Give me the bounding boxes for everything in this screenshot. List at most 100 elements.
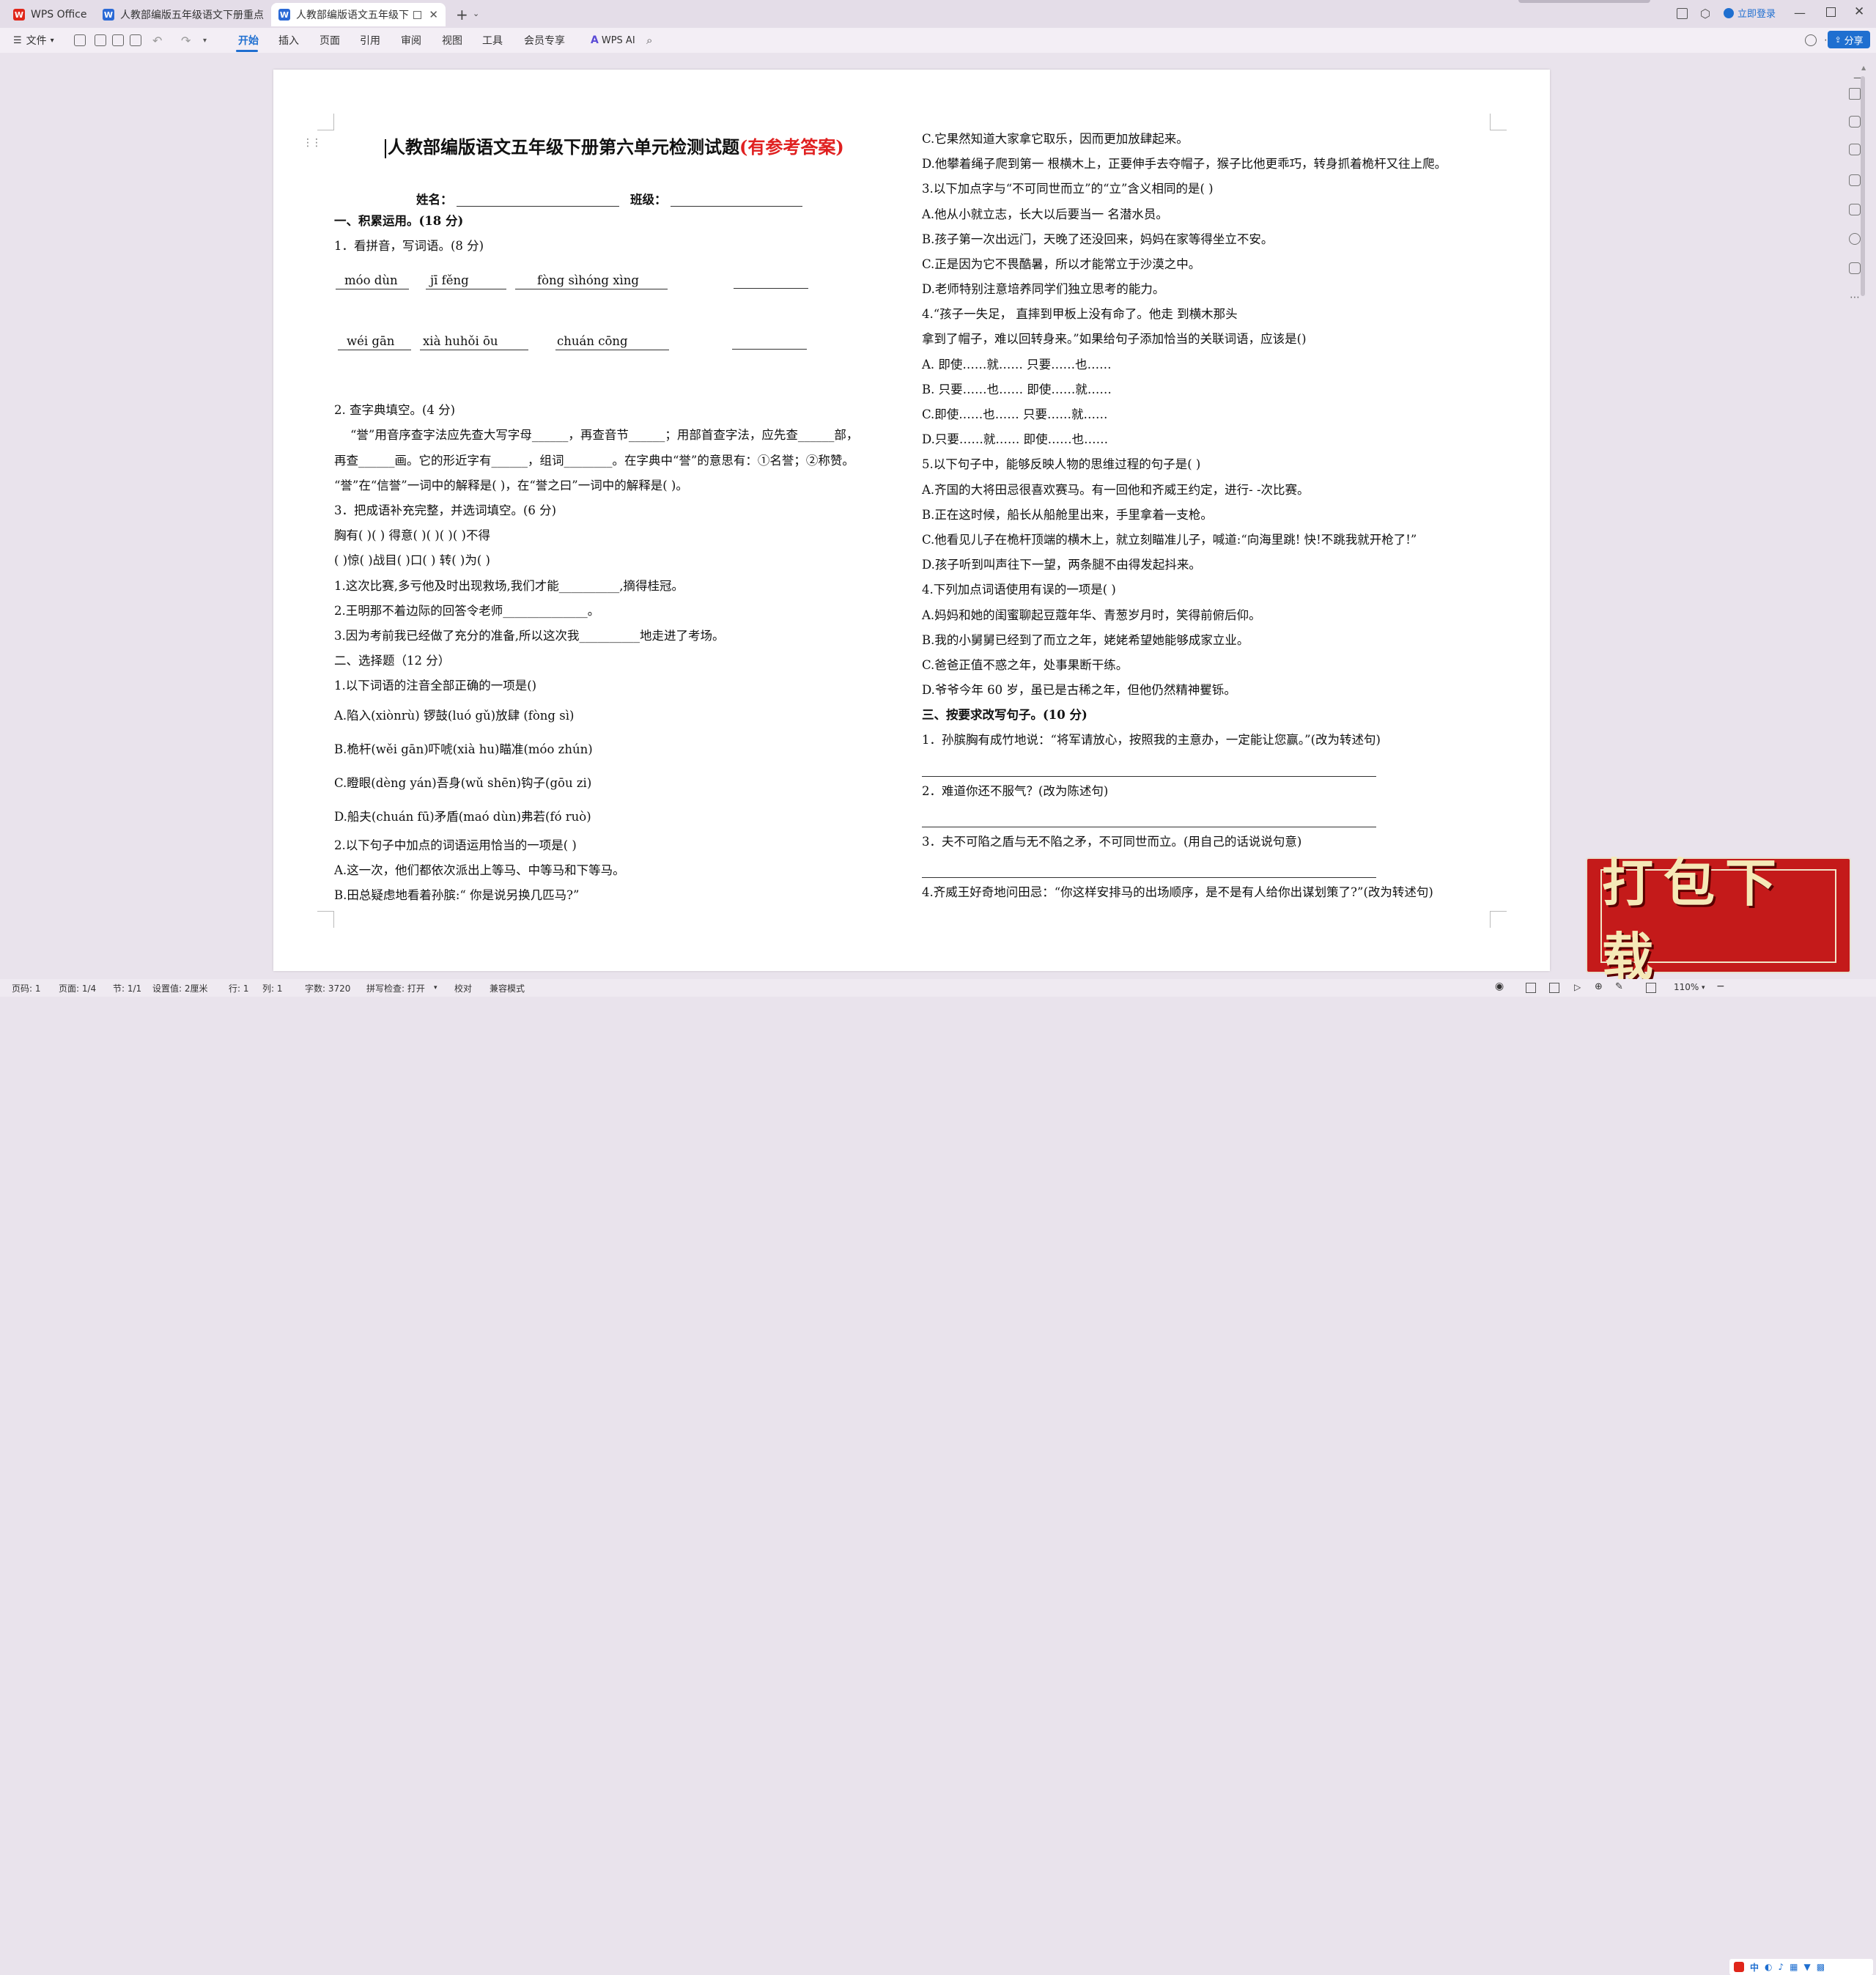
share-doc-icon[interactable] xyxy=(1849,262,1861,274)
question-text: 3.以下加点字与“不可同世而立”的“立”含义相同的是( ) xyxy=(922,182,1214,196)
answer-blank[interactable] xyxy=(732,349,807,350)
layout-icon[interactable] xyxy=(1677,8,1688,19)
redo-icon[interactable]: ↷ xyxy=(181,28,191,53)
question-text: 2. 查字典填空。(4 分) xyxy=(334,403,456,417)
word-doc-icon: W xyxy=(278,9,290,21)
close-tab-icon[interactable]: ✕ xyxy=(429,8,438,21)
chevron-down-icon[interactable]: ▾ xyxy=(1702,984,1705,992)
ime-keyboard-icon[interactable]: ▦ xyxy=(1790,1962,1798,1972)
print-icon[interactable] xyxy=(112,34,124,46)
option-text: A.陷入(xiònrù) 锣鼓(luó gǔ)放肆 (fòng sì) xyxy=(334,709,575,723)
export-pdf-icon[interactable] xyxy=(95,34,106,46)
tab-document-2[interactable]: W 人教部编版语文五年级下册第 ✕ xyxy=(271,3,446,26)
cube-icon[interactable]: ⬡ xyxy=(1700,7,1710,21)
ime-moon-icon[interactable]: ◐ xyxy=(1765,1962,1772,1972)
login-button[interactable]: 立即登录 xyxy=(1724,6,1776,20)
answer-blank[interactable] xyxy=(734,288,808,289)
ime-chinese-icon[interactable]: 中 xyxy=(1750,1961,1759,1974)
cloud-sync-icon[interactable] xyxy=(1805,34,1817,46)
option-text: D.爷爷今年 60 岁，虽已是古稀之年，但他仍然精神矍铄。 xyxy=(922,683,1236,697)
status-section[interactable]: 节: 1/1 xyxy=(113,982,141,994)
tab-insert[interactable]: 插入 xyxy=(278,28,299,53)
status-word-count[interactable]: 字数: 3720 xyxy=(305,982,350,994)
status-proofread[interactable]: 校对 xyxy=(454,982,472,994)
print-preview-icon[interactable] xyxy=(130,34,141,46)
question-text: 1．孙膑胸有成竹地说：“将军请放心，按照我的主意办，一定能让您赢。”(改为转述句… xyxy=(922,733,1381,747)
window-drag-handle[interactable] xyxy=(1518,0,1650,3)
ime-mic-icon[interactable]: ♪ xyxy=(1779,1962,1784,1972)
undo-icon[interactable]: ↶ xyxy=(152,28,162,53)
document-page[interactable]: ⋮⋮ 人教部编版语文五年级下册第六单元检测试题(有参考答案) 姓名： 班级： 一… xyxy=(273,70,1550,971)
scroll-up-arrow[interactable]: ▲ xyxy=(1861,64,1866,76)
ime-grid-icon[interactable]: ▩ xyxy=(1817,1962,1825,1972)
status-col[interactable]: 列: 1 xyxy=(262,982,283,994)
web-view-icon[interactable] xyxy=(1549,983,1559,993)
tab-member[interactable]: 会员专享 xyxy=(524,28,565,53)
save-icon[interactable] xyxy=(74,34,86,46)
class-blank[interactable] xyxy=(671,206,802,207)
tab-view-label: 视图 xyxy=(442,35,462,47)
share-button[interactable]: ⇪ 分享 xyxy=(1828,31,1870,48)
help-icon[interactable] xyxy=(1849,233,1861,245)
eye-protect-icon[interactable]: ◉ xyxy=(1495,981,1504,992)
restore-icon[interactable] xyxy=(1826,7,1836,17)
tools-icon[interactable] xyxy=(1849,204,1861,215)
tab-tools[interactable]: 工具 xyxy=(482,28,503,53)
float-window-icon[interactable] xyxy=(413,10,422,19)
answer-line[interactable] xyxy=(922,776,1376,777)
status-setting[interactable]: 设置值: 2厘米 xyxy=(152,982,208,994)
edit-icon[interactable]: ✎ xyxy=(1615,981,1623,992)
chevron-down-icon[interactable]: ▾ xyxy=(203,28,207,53)
tab-page[interactable]: 页面 xyxy=(320,28,340,53)
file-menu[interactable]: ☰ 文件 ▾ xyxy=(13,28,54,53)
chevron-down-icon[interactable]: ▾ xyxy=(434,984,437,992)
zoom-out-icon[interactable]: − xyxy=(1716,981,1725,992)
question-text: 2．难道你还不服气？(改为陈述句) xyxy=(922,784,1109,798)
status-spell-check[interactable]: 拼写检查: 打开 xyxy=(366,982,425,994)
status-row[interactable]: 行: 1 xyxy=(229,982,249,994)
tab-references[interactable]: 引用 xyxy=(360,28,380,53)
text-cursor xyxy=(385,139,386,158)
name-blank[interactable] xyxy=(457,206,619,207)
download-badge[interactable]: 打包下载 xyxy=(1586,852,1851,987)
title-suffix: (有参考答案) xyxy=(739,136,844,158)
share-label: 分享 xyxy=(1844,35,1864,47)
input-method-tray[interactable]: 中 ◐ ♪ ▦ ▼ ▩ xyxy=(1729,1959,1873,1975)
answer-line[interactable] xyxy=(922,877,1376,878)
translate-icon[interactable] xyxy=(1849,174,1861,186)
tab-home[interactable]: 开始 xyxy=(238,28,259,53)
status-page-count[interactable]: 页面: 1/4 xyxy=(59,982,96,994)
vertical-scrollbar-thumb[interactable] xyxy=(1861,76,1865,296)
margin-corner-mark xyxy=(1490,911,1507,928)
adjust-icon[interactable] xyxy=(1849,144,1861,155)
wps-ai-button[interactable]: A WPS AI xyxy=(591,28,635,53)
fit-page-icon[interactable] xyxy=(1646,983,1656,993)
search-icon[interactable]: ⌕ xyxy=(646,28,652,53)
ime-logo-icon[interactable] xyxy=(1734,1962,1744,1972)
globe-icon[interactable]: ⊕ xyxy=(1595,981,1603,992)
tab-document-1[interactable]: W 人教部编版五年级语文下册重点学校 xyxy=(95,3,264,26)
close-window-icon[interactable]: ✕ xyxy=(1854,4,1864,19)
page-view-icon[interactable] xyxy=(1526,983,1536,993)
play-icon[interactable]: ▷ xyxy=(1574,982,1581,992)
chevron-down-icon: ▾ xyxy=(50,36,54,45)
pinyin-text: fòng sìhóng xìng xyxy=(515,273,668,289)
minimize-icon[interactable]: — xyxy=(1794,6,1806,20)
question-text: 2.以下句子中加点的词语运用恰当的一项是( ) xyxy=(334,838,577,852)
new-tab-icon[interactable]: + xyxy=(456,6,468,23)
tab-review[interactable]: 审阅 xyxy=(401,28,421,53)
pen-icon[interactable] xyxy=(1849,88,1861,100)
ime-shirt-icon[interactable]: ▼ xyxy=(1804,1962,1811,1972)
tab-view[interactable]: 视图 xyxy=(442,28,462,53)
status-page[interactable]: 页码: 1 xyxy=(12,982,41,994)
share-icon: ⇪ xyxy=(1834,34,1842,45)
option-text: B.正在这时候，船长从船舱里出来，手里拿着一支枪。 xyxy=(922,508,1213,522)
zoom-level[interactable]: 110% xyxy=(1674,982,1699,992)
tab-wps-office[interactable]: W WPS Office xyxy=(6,3,100,26)
tab-list-chevron-icon[interactable]: ⌄ xyxy=(473,9,479,18)
more-options-icon[interactable]: ⋯ xyxy=(1850,292,1860,303)
select-icon[interactable] xyxy=(1849,116,1861,128)
margin-corner-mark xyxy=(317,114,334,130)
question-text: “誉”用音序查字法应先查大写字母______，再查音节______；用部首查字法… xyxy=(350,428,859,442)
drag-handle-icon[interactable]: ⋮⋮ xyxy=(303,137,322,149)
